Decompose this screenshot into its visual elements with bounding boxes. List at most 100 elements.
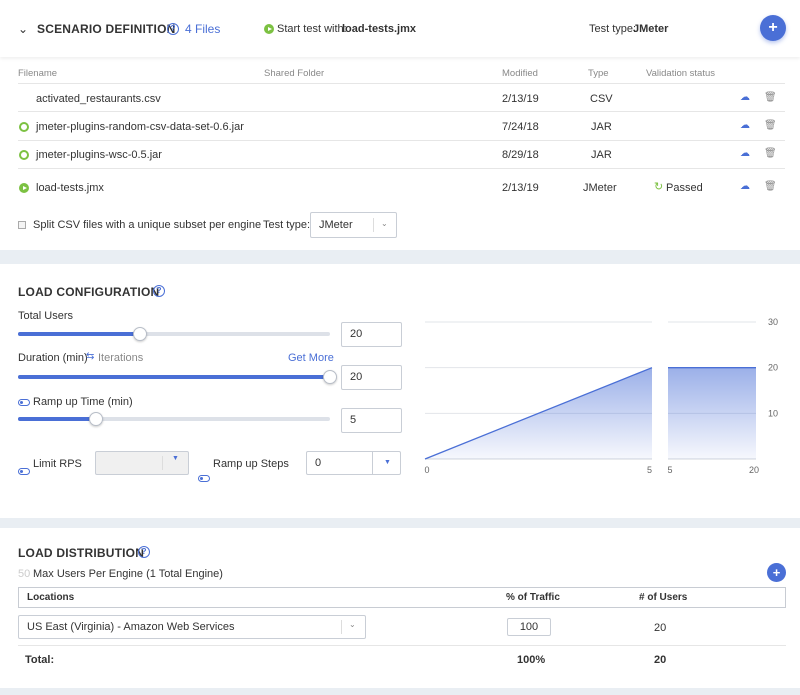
limit-rps-label: Limit RPS <box>33 458 82 470</box>
total-divider <box>18 645 786 646</box>
file-type: JAR <box>591 121 612 133</box>
ramp-steps-label: Ramp up Steps <box>213 458 289 470</box>
col-locations: Locations <box>27 592 75 603</box>
col-modified: Modified <box>502 68 538 79</box>
test-type-select-value: JMeter <box>319 219 353 231</box>
limit-rps-select[interactable]: ▼ <box>95 451 189 475</box>
rampup-slider[interactable] <box>18 412 330 426</box>
limit-rps-toggle-icon[interactable] <box>18 468 30 475</box>
download-icon[interactable]: ☁ <box>740 120 750 131</box>
location-select[interactable]: US East (Virginia) - Amazon Web Services… <box>18 615 366 639</box>
col-type: Type <box>588 68 609 79</box>
collapse-chevron-icon[interactable]: ⌄ <box>18 22 28 36</box>
duration-value: 20 <box>350 371 363 383</box>
max-users-label: Max Users Per Engine (1 Total Engine) <box>33 568 223 580</box>
passed-icon: ↻ <box>654 181 664 193</box>
total-users-value: 20 <box>350 328 363 340</box>
file-type: CSV <box>590 93 613 105</box>
start-test-file: load-tests.jmx <box>342 23 416 35</box>
slider-fill <box>18 375 330 379</box>
chevron-down-icon: ⌄ <box>349 620 356 629</box>
ramp-steps-select[interactable]: 0 ▼ <box>306 451 401 475</box>
file-modified: 7/24/18 <box>502 121 539 133</box>
col-filename: Filename <box>18 68 58 79</box>
select-divider <box>162 456 163 470</box>
file-name: load-tests.jmx <box>36 182 104 194</box>
total-label: Total: <box>25 654 55 666</box>
chevron-down-icon: ▼ <box>172 455 179 462</box>
add-file-button[interactable]: + <box>760 15 786 41</box>
y-tick-label: 10 <box>768 408 778 418</box>
traffic-input[interactable]: 100 <box>507 618 551 636</box>
help-icon[interactable]: ? <box>138 546 150 558</box>
total-users-input[interactable]: 20 <box>341 322 402 347</box>
load-chart: 30 20 10 0 5 5 20 <box>424 317 778 475</box>
download-icon[interactable]: ☁ <box>740 181 750 192</box>
iterations-link[interactable]: Iterations <box>98 352 143 364</box>
y-tick-label: 20 <box>768 363 778 373</box>
chevron-down-icon: ▼ <box>384 459 391 466</box>
rampup-value: 5 <box>350 414 357 426</box>
total-users-slider[interactable] <box>18 327 330 341</box>
file-modified: 8/29/18 <box>502 149 539 161</box>
rampup-toggle-icon[interactable] <box>18 399 30 406</box>
slider-thumb[interactable] <box>89 412 103 426</box>
duration-slider[interactable] <box>18 370 337 384</box>
files-count-link[interactable]: 4 Files <box>185 22 220 36</box>
split-csv-checkbox[interactable] <box>18 221 26 229</box>
load-configuration-panel: LOAD CONFIGURATION ? Total Users 20 Dura… <box>0 264 800 518</box>
start-test-label: Start test with: <box>277 23 347 35</box>
download-icon[interactable]: ☁ <box>740 148 750 159</box>
swap-arrows-icon[interactable]: ⇆ <box>86 351 94 362</box>
start-file-icon <box>19 183 29 193</box>
trash-icon[interactable]: 🗑 <box>764 181 777 192</box>
help-icon[interactable]: ? <box>167 23 179 35</box>
help-icon[interactable]: ? <box>153 285 165 297</box>
location-users: 20 <box>654 622 667 634</box>
bottom-test-type-label: Test type: <box>263 219 311 231</box>
load-config-title: LOAD CONFIGURATION <box>18 285 160 299</box>
trash-icon[interactable]: 🗑 <box>764 148 777 159</box>
traffic-value: 100 <box>519 621 539 633</box>
total-users: 20 <box>654 654 667 666</box>
trash-icon[interactable]: 🗑 <box>764 92 777 103</box>
scenario-definition-panel: ⌄ SCENARIO DEFINITION ? 4 Files Start te… <box>0 0 800 250</box>
file-marker-icon <box>19 122 29 132</box>
col-users: # of Users <box>639 592 688 603</box>
total-users-label: Total Users <box>18 310 74 322</box>
chevron-down-icon: ⌄ <box>381 219 388 228</box>
slider-fill <box>18 417 96 421</box>
series-area <box>668 367 756 459</box>
trash-icon[interactable]: 🗑 <box>764 120 777 131</box>
load-distribution-panel: LOAD DISTRIBUTION ? 50 Max Users Per Eng… <box>0 528 800 688</box>
rampup-input[interactable]: 5 <box>341 408 402 433</box>
total-traffic: 100% <box>517 654 546 666</box>
split-csv-label: Split CSV files with a unique subset per… <box>33 219 262 231</box>
file-modified: 2/13/19 <box>502 93 539 105</box>
add-location-button[interactable]: + <box>767 563 786 582</box>
duration-label: Duration (min) <box>18 352 88 364</box>
ramp-steps-toggle-icon[interactable] <box>198 475 210 482</box>
file-type: JMeter <box>583 182 617 194</box>
x-tick-label: 20 <box>749 465 759 475</box>
select-divider <box>373 218 374 232</box>
start-test-icon <box>264 24 274 34</box>
get-more-link[interactable]: Get More <box>288 352 334 364</box>
file-type: JAR <box>591 149 612 161</box>
test-type-label: Test type: <box>589 23 637 35</box>
duration-input[interactable]: 20 <box>341 365 402 390</box>
slider-thumb[interactable] <box>323 370 337 384</box>
slider-fill <box>18 332 140 336</box>
file-name: activated_restaurants.csv <box>36 93 161 105</box>
download-icon[interactable]: ☁ <box>740 92 750 103</box>
rampup-label: Ramp up Time (min) <box>33 396 133 408</box>
x-tick-label: 5 <box>667 465 672 475</box>
select-divider <box>341 620 342 634</box>
scenario-title: SCENARIO DEFINITION <box>37 22 176 36</box>
col-shared-folder: Shared Folder <box>264 68 325 79</box>
location-value: US East (Virginia) - Amazon Web Services <box>27 621 235 633</box>
slider-thumb[interactable] <box>133 327 147 341</box>
file-marker-icon <box>19 150 29 160</box>
test-type-value: JMeter <box>633 23 669 35</box>
test-type-select[interactable]: JMeter ⌄ <box>310 212 397 238</box>
